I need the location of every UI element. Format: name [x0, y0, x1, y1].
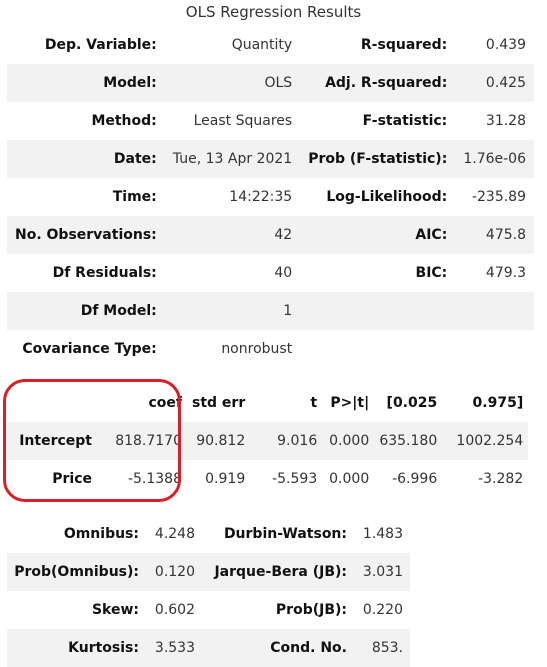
coef-header-ci-high: 0.975]	[472, 395, 524, 411]
diagnostics-label: Skew:	[91, 602, 139, 618]
summary-value	[455, 292, 534, 330]
summary-row: Method: Least Squares F-statistic: 31.28	[7, 102, 534, 140]
summary-value: 40	[274, 265, 293, 281]
coef-header-row: coef std err t P>|t| [0.025 0.975]	[7, 384, 528, 422]
diagnostics-label: Prob(JB):	[275, 602, 347, 618]
summary-value: nonrobust	[221, 341, 293, 357]
summary-label: Df Residuals:	[52, 265, 157, 281]
coef-row-label: Intercept	[19, 433, 92, 449]
summary-label: No. Observations:	[15, 227, 157, 243]
diagnostics-label: Jarque-Bera (JB):	[214, 564, 347, 580]
summary-value: Tue, 13 Apr 2021	[172, 151, 293, 167]
coef-row-label: Price	[52, 471, 92, 487]
coefficient-table: coef std err t P>|t| [0.025 0.975] Inter…	[7, 384, 529, 498]
coef-cell: 0.000	[329, 471, 370, 487]
coef-cell: -6.996	[392, 471, 438, 487]
diagnostics-label: Durbin-Watson:	[223, 526, 347, 542]
diagnostics-value: 3.031	[362, 564, 403, 580]
summary-label: R-squared:	[360, 37, 448, 53]
summary-value: 1.76e-06	[463, 151, 526, 167]
diagnostics-value: 3.533	[154, 640, 195, 656]
summary-value: 1	[283, 303, 293, 319]
summary-row: Covariance Type: nonrobust	[7, 330, 534, 368]
summary-row: Dep. Variable: Quantity R-squared: 0.439	[7, 26, 534, 64]
summary-row: Model: OLS Adj. R-squared: 0.425	[7, 64, 534, 102]
summary-label: F-statistic:	[362, 113, 448, 129]
diagnostics-value: 4.248	[154, 526, 195, 542]
coef-cell: 635.180	[379, 433, 438, 449]
coef-cell: -3.282	[478, 471, 524, 487]
summary-value: Least Squares	[193, 113, 293, 129]
summary-value: OLS	[264, 75, 293, 91]
summary-value: -235.89	[471, 189, 526, 205]
diagnostics-value: 853.	[371, 640, 403, 656]
summary-label: AIC:	[415, 227, 448, 243]
coef-header-ci-low: [0.025	[386, 395, 438, 411]
coef-header-t: t	[310, 395, 318, 411]
summary-value	[455, 330, 534, 368]
diagnostics-value: 0.220	[362, 602, 403, 618]
summary-label: Date:	[113, 151, 157, 167]
summary-row: Date: Tue, 13 Apr 2021 Prob (F-statistic):…	[7, 140, 534, 178]
diagnostics-value: 0.602	[154, 602, 195, 618]
diagnostics-table: Omnibus: 4.248 Durbin-Watson: 1.483 Prob(Omn…	[7, 515, 410, 667]
summary-value: 14:22:35	[229, 189, 293, 205]
diagnostics-label: Prob(Omnibus):	[14, 564, 139, 580]
coef-cell: 90.812	[196, 433, 246, 449]
summary-label: Model:	[103, 75, 157, 91]
summary-table: Dep. Variable: Quantity R-squared: 0.439 Mod…	[7, 26, 534, 368]
summary-label	[300, 330, 455, 368]
summary-value: 31.28	[485, 113, 526, 129]
summary-label	[300, 292, 455, 330]
summary-row: No. Observations: 42 AIC: 475.8	[7, 216, 534, 254]
summary-label: Df Model:	[80, 303, 157, 319]
summary-label: Method:	[91, 113, 157, 129]
summary-label: Log-Likelihood:	[326, 189, 448, 205]
summary-value: 475.8	[485, 227, 526, 243]
coef-header-coef: coef	[148, 395, 182, 411]
diagnostics-label: Cond. No.	[270, 640, 347, 656]
summary-label: Prob (F-statistic):	[308, 151, 448, 167]
coef-cell: 0.000	[329, 433, 370, 449]
diagnostics-label: Kurtosis:	[68, 640, 139, 656]
coef-row-intercept: Intercept 818.7170 90.812 9.016 0.000 63…	[7, 422, 529, 460]
diagnostics-row: Omnibus: 4.248 Durbin-Watson: 1.483	[7, 515, 410, 553]
coef-row-price: Price -5.1388 0.919 -5.593 0.000 -6.996 …	[7, 460, 528, 498]
coef-header-stderr: std err	[192, 395, 246, 411]
coef-header-pvalue: P>|t|	[330, 395, 370, 411]
coef-header-blank	[7, 384, 97, 422]
diagnostics-label: Omnibus:	[63, 526, 139, 542]
coef-cell: -5.1388	[127, 471, 182, 487]
diagnostics-row: Prob(Omnibus): 0.120 Jarque-Bera (JB): 3.03…	[7, 553, 410, 591]
coef-cell: 9.016	[277, 433, 318, 449]
diagnostics-row: Skew: 0.602 Prob(JB): 0.220	[7, 591, 410, 629]
summary-value: 42	[274, 227, 293, 243]
summary-value: 0.439	[485, 37, 526, 53]
summary-row: Df Model: 1	[7, 292, 534, 330]
summary-value: Quantity	[231, 37, 293, 53]
coef-cell: 1002.254	[456, 433, 524, 449]
summary-label: Covariance Type:	[22, 341, 157, 357]
summary-value: 479.3	[485, 265, 526, 281]
diagnostics-row: Kurtosis: 3.533 Cond. No. 853.	[7, 629, 410, 667]
summary-row: Df Residuals: 40 BIC: 479.3	[7, 254, 534, 292]
summary-label: BIC:	[415, 265, 448, 281]
summary-row: Time: 14:22:35 Log-Likelihood: -235.89	[7, 178, 534, 216]
summary-label: Time:	[112, 189, 157, 205]
coef-cell: 0.919	[205, 471, 246, 487]
table-caption: OLS Regression Results	[185, 3, 362, 21]
summary-label: Adj. R-squared:	[325, 75, 448, 91]
coef-cell: 818.7170	[115, 433, 182, 449]
diagnostics-value: 1.483	[362, 526, 403, 542]
diagnostics-value: 0.120	[154, 564, 195, 580]
summary-label: Dep. Variable:	[44, 37, 157, 53]
summary-value: 0.425	[485, 75, 526, 91]
coef-cell: -5.593	[272, 471, 318, 487]
